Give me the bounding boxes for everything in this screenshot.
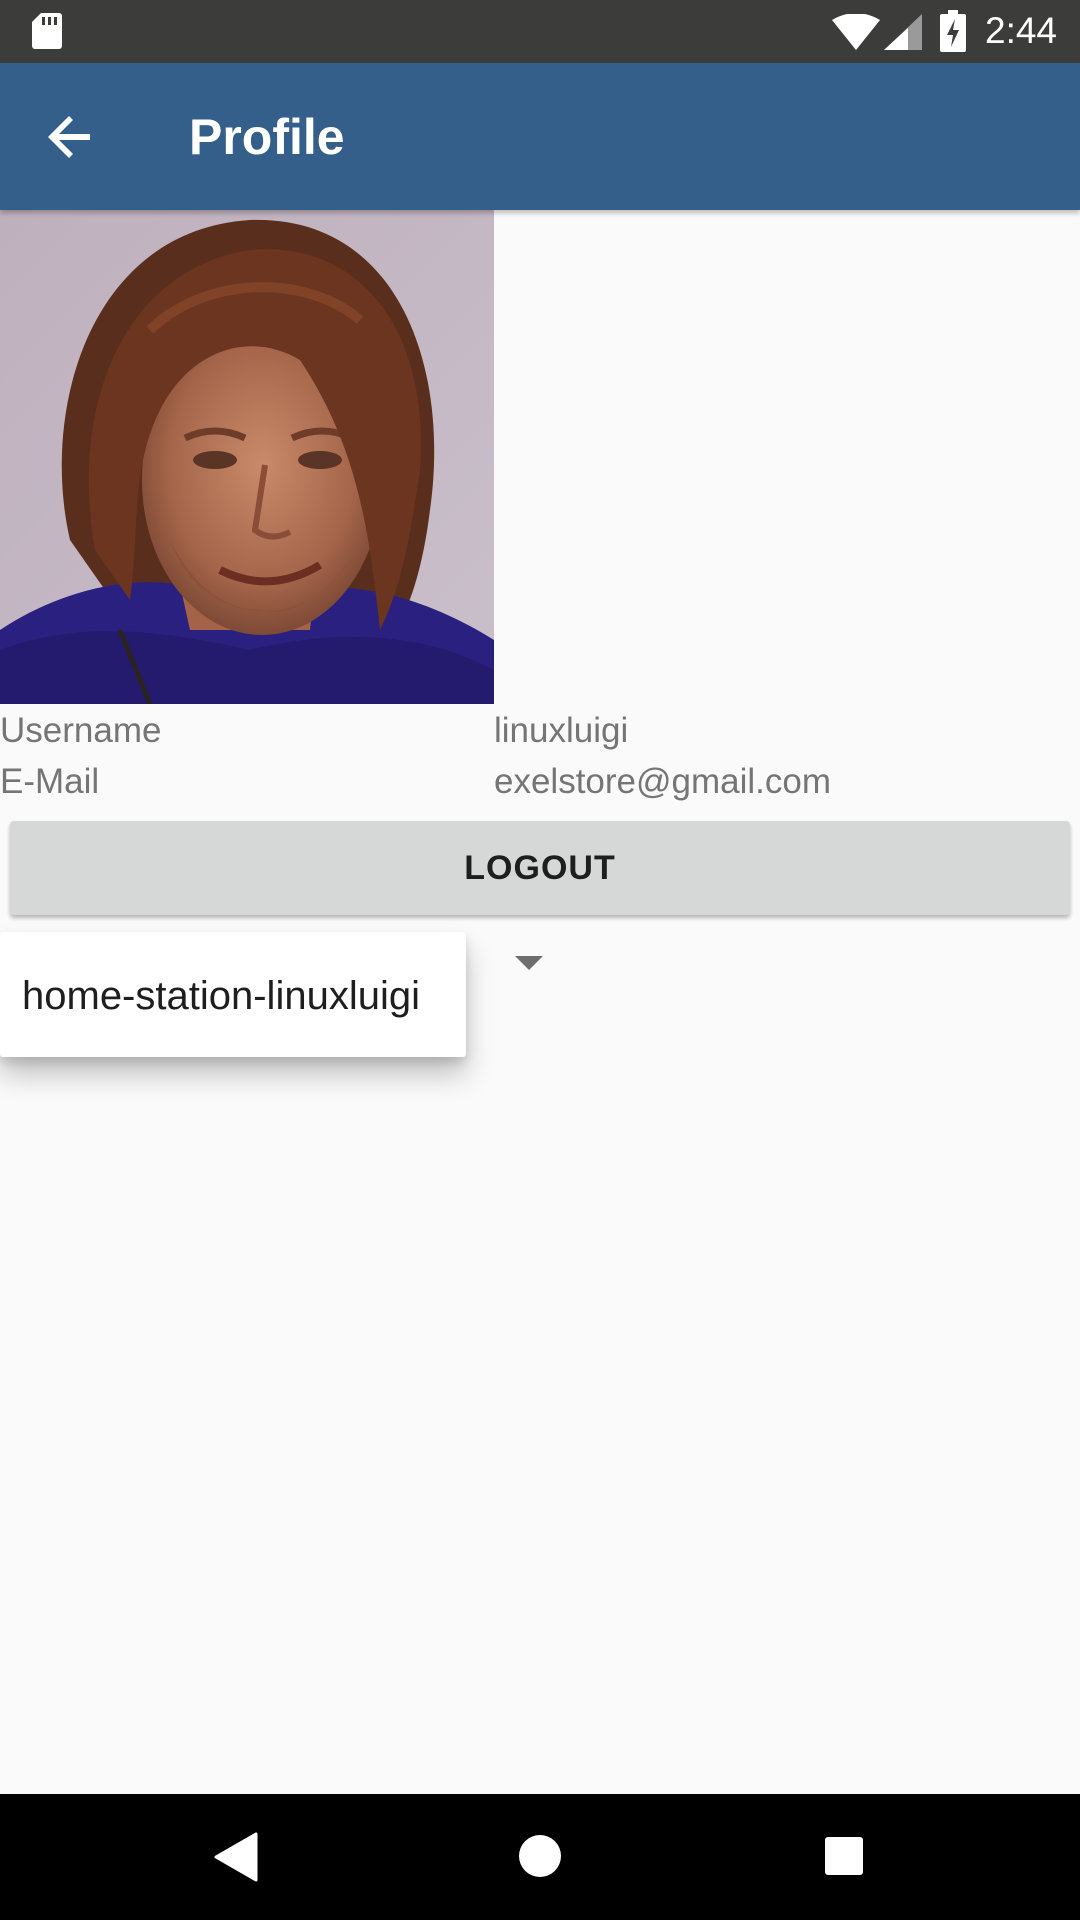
wifi-icon [832,14,880,50]
cell-signal-icon [884,14,922,50]
spinner-dropdown-popup: home-station-linuxluigi [0,932,466,1057]
battery-charging-icon [940,10,966,52]
app-bar: Profile [0,63,1080,210]
username-label: Username [0,711,162,750]
nav-back-icon[interactable] [214,1832,258,1882]
email-label: E-Mail [0,762,100,801]
dropdown-arrow-icon[interactable] [515,956,543,972]
status-clock: 2:44 [985,10,1058,51]
username-value: linuxluigi [494,711,629,750]
arrow-back-icon[interactable] [46,112,96,162]
avatar-photo [0,210,494,704]
email-value: exelstore@gmail.com [494,762,832,801]
page-title: Profile [189,109,345,165]
nav-recents-icon[interactable] [824,1836,864,1876]
nav-home-icon[interactable] [518,1834,562,1878]
avatar [0,210,494,704]
navigation-bar [0,1794,1080,1920]
logout-button[interactable]: LOGOUT [10,821,1070,915]
spinner-option[interactable]: home-station-linuxluigi [22,972,420,1020]
status-bar: 2:44 [0,0,1080,63]
profile-screen: 2:44 Profile Username linuxluigi E-Mail … [0,0,1080,1920]
sd-card-icon [32,13,62,49]
